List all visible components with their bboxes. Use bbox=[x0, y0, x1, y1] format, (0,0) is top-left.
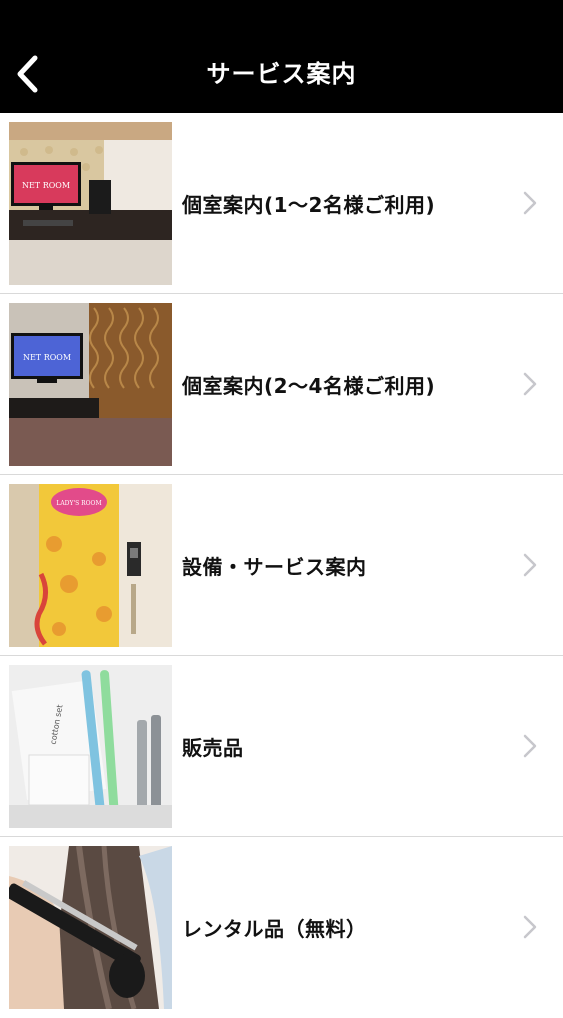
page-title: サービス案内 bbox=[206, 60, 357, 88]
chevron-right-icon bbox=[523, 553, 537, 577]
menu-item-label: 個室案内(1〜2名様ご利用) bbox=[182, 193, 436, 217]
thumb-screen-text: NET ROOM bbox=[22, 181, 70, 190]
menu-item-label: レンタル品（無料） bbox=[182, 917, 367, 941]
ladys-room-door-image: LADY'S ROOM bbox=[9, 484, 172, 647]
menu-item-private-room-1-2[interactable]: NET ROOM 個室案内(1〜2名様ご利用) bbox=[0, 113, 563, 294]
thumb-sign-text: LADY'S ROOM bbox=[56, 500, 101, 507]
menu-item-private-room-2-4[interactable]: NET ROOM 個室案内(2〜4名様ご利用) bbox=[0, 294, 563, 475]
menu-item-label: 設備・サービス案内 bbox=[182, 555, 367, 579]
amenity-products-image: cotton set bbox=[9, 665, 172, 828]
chevron-right-icon bbox=[523, 915, 537, 939]
private-room-small-image: NET ROOM bbox=[9, 122, 172, 285]
navigation-bar: サービス案内 bbox=[0, 0, 563, 113]
menu-item-products-for-sale[interactable]: cotton set 販売品 bbox=[0, 656, 563, 837]
chevron-right-icon bbox=[523, 372, 537, 396]
chevron-right-icon bbox=[523, 191, 537, 215]
private-room-large-image: NET ROOM bbox=[9, 303, 172, 466]
menu-item-facilities-services[interactable]: LADY'S ROOM 設備・サービス案内 bbox=[0, 475, 563, 656]
thumb-screen-text: NET ROOM bbox=[23, 353, 71, 362]
menu-item-label: 販売品 bbox=[182, 736, 244, 760]
menu-item-label: 個室案内(2〜4名様ご利用) bbox=[182, 374, 436, 398]
chevron-right-icon bbox=[523, 734, 537, 758]
hair-iron-image bbox=[9, 846, 172, 1009]
menu-item-rental-free[interactable]: レンタル品（無料） bbox=[0, 837, 563, 1018]
service-menu-list: NET ROOM 個室案内(1〜2名様ご利用) NET ROOM 個室案内(2〜… bbox=[0, 113, 563, 1018]
